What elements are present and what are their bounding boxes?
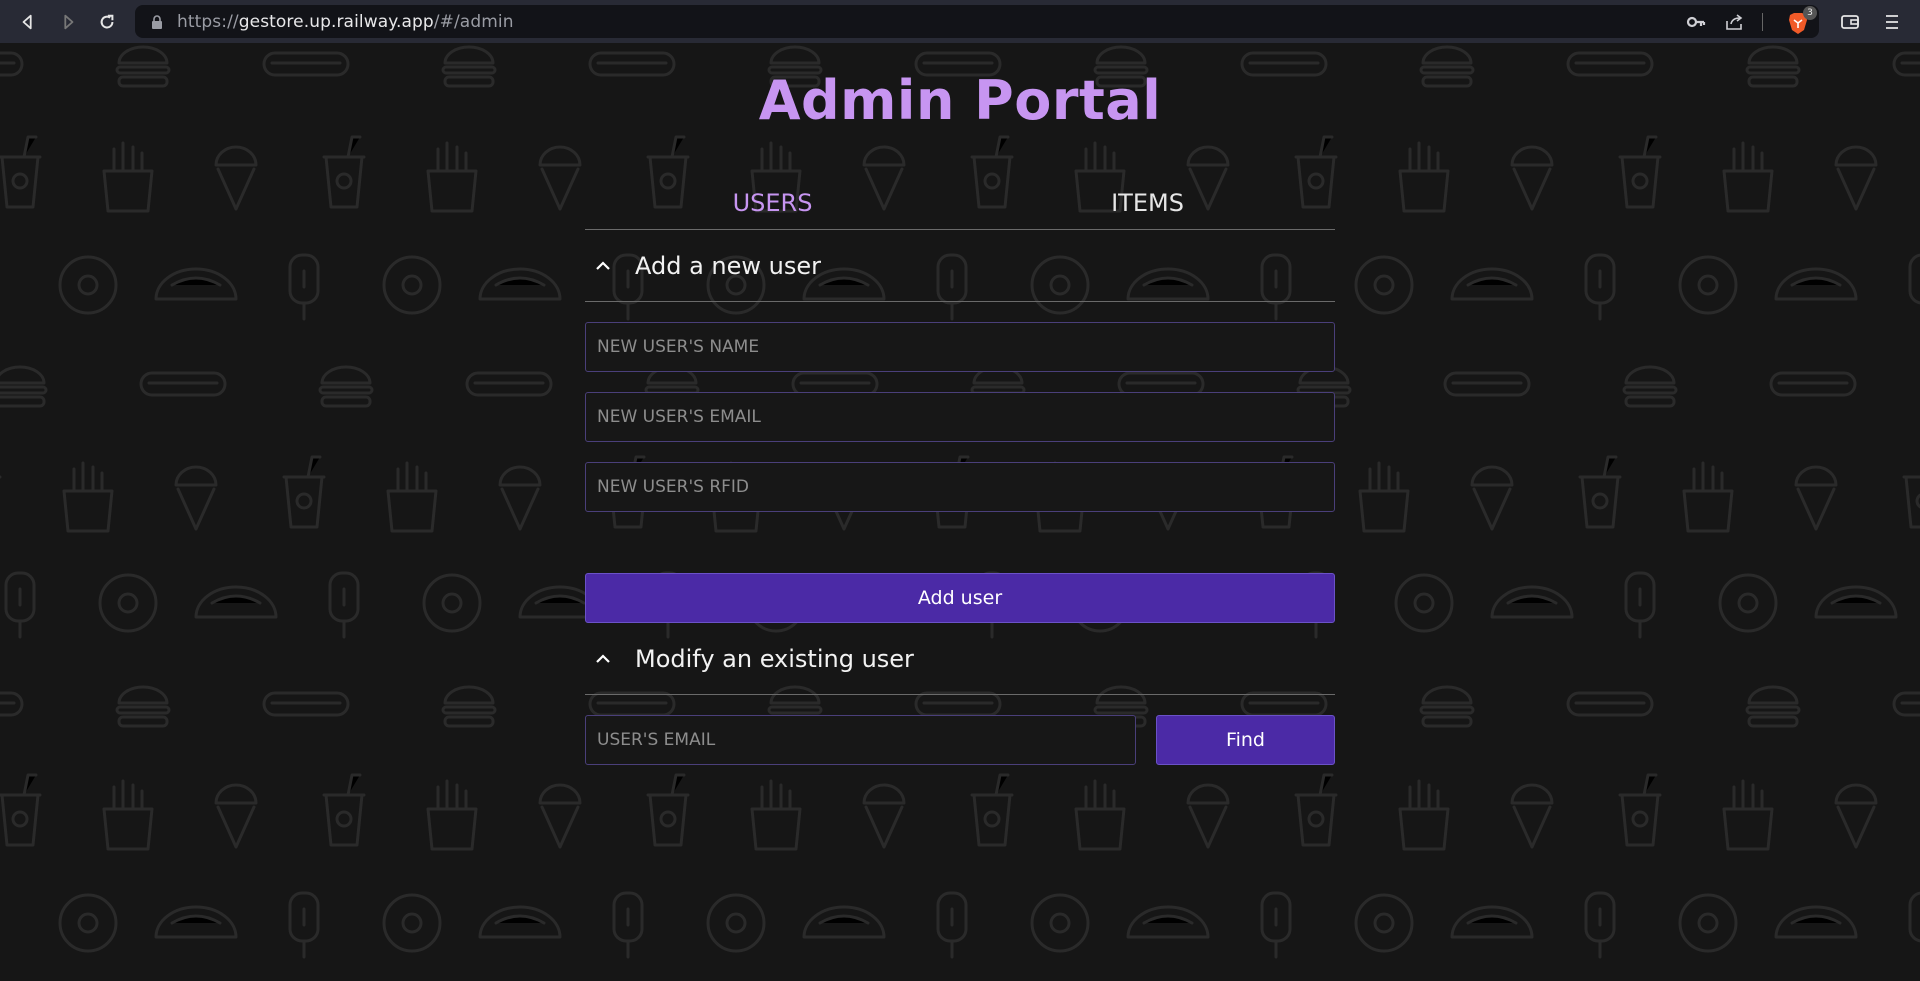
tab-users[interactable]: USERS: [585, 183, 960, 229]
new-user-rfid-input[interactable]: [585, 462, 1335, 512]
chevron-up-icon: [585, 650, 621, 668]
url-host: gestore.up.railway.app: [238, 11, 434, 32]
reload-icon: [100, 14, 114, 28]
add-user-heading: Add a new user: [635, 251, 822, 280]
new-user-email-input[interactable]: [585, 392, 1335, 442]
address-bar-divider: [1762, 12, 1763, 31]
chevron-up-icon: [585, 257, 621, 275]
new-user-name-input[interactable]: [585, 322, 1335, 372]
page-content: Admin Portal USERS ITEMS Add a new user …: [0, 43, 1920, 981]
modify-user-section-header[interactable]: Modify an existing user: [585, 623, 1335, 695]
reload-button[interactable]: [87, 0, 127, 43]
url-scheme: https://: [177, 11, 239, 32]
user-email-search-input[interactable]: [585, 715, 1136, 765]
forward-arrow-icon: [64, 14, 74, 29]
share-icon[interactable]: [1724, 12, 1744, 32]
modify-user-heading: Modify an existing user: [635, 644, 914, 673]
tab-items[interactable]: ITEMS: [960, 183, 1335, 229]
add-user-section-header[interactable]: Add a new user: [585, 230, 1335, 302]
find-user-row: Find: [585, 715, 1335, 765]
address-bar[interactable]: https://gestore.up.railway.app/#/admin: [135, 5, 1819, 38]
url-text: https://gestore.up.railway.app/#/admin: [177, 12, 514, 32]
brave-shields-button[interactable]: 3: [1785, 6, 1817, 36]
add-user-button[interactable]: Add user: [585, 573, 1335, 623]
forward-button[interactable]: [48, 0, 88, 43]
lock-icon: [152, 14, 162, 29]
tab-bar: USERS ITEMS: [585, 183, 1335, 230]
url-path: /#/admin: [433, 11, 514, 32]
page-title: Admin Portal: [758, 69, 1162, 132]
back-arrow-icon: [22, 14, 32, 29]
key-icon[interactable]: [1686, 12, 1706, 32]
back-button[interactable]: [8, 0, 48, 43]
browser-toolbar: https://gestore.up.railway.app/#/admin 3: [0, 0, 1920, 43]
wallet-icon[interactable]: [1840, 12, 1860, 32]
menu-icon[interactable]: [1882, 12, 1902, 32]
find-button[interactable]: Find: [1156, 715, 1335, 765]
brave-badge: 3: [1803, 6, 1817, 20]
admin-panel: USERS ITEMS Add a new user Add user Modi…: [585, 183, 1335, 765]
